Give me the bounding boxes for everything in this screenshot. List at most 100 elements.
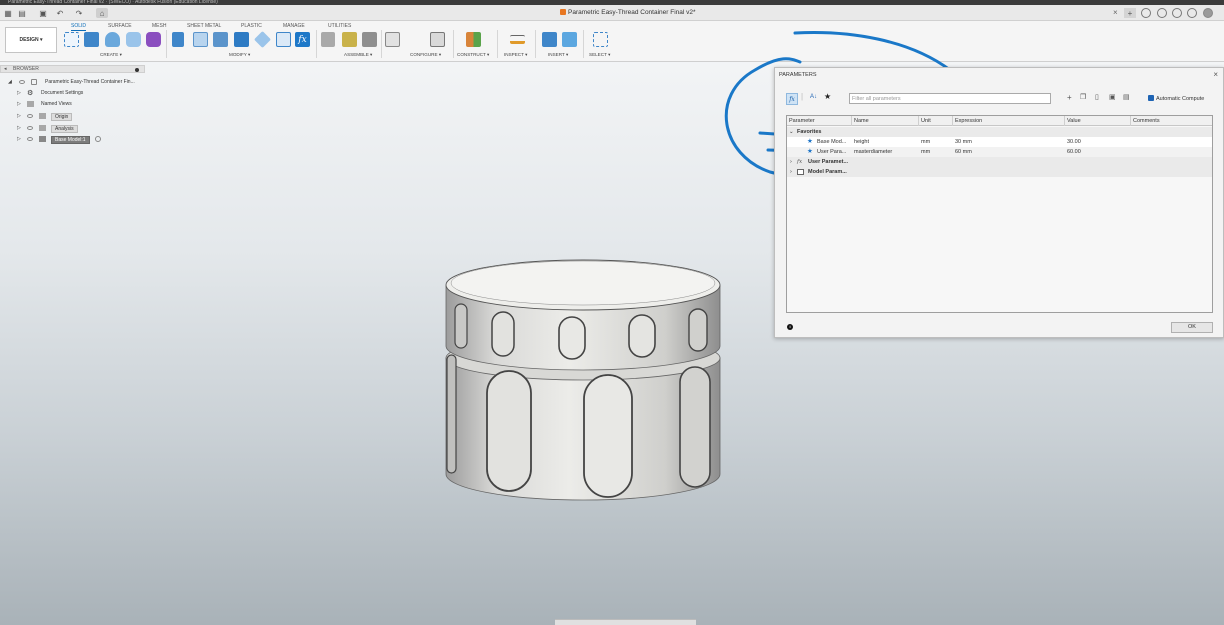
browser-item-analysis[interactable]: ▷ Analysis	[0, 123, 145, 133]
joint-icon[interactable]	[342, 32, 357, 47]
expand-icon[interactable]: ▷	[17, 101, 21, 107]
change-parameters-icon[interactable]: fx	[295, 32, 310, 47]
expand-icon[interactable]: ▷	[17, 125, 21, 131]
browser-header[interactable]: ◂ BROWSER	[0, 65, 145, 73]
fillet-icon[interactable]	[193, 32, 208, 47]
visibility-icon[interactable]	[27, 114, 33, 118]
browser-item-document-settings[interactable]: ▷ ⚙ Document Settings	[0, 88, 145, 98]
ok-button[interactable]: OK	[1171, 322, 1213, 333]
grid-menu-icon[interactable]: ▦	[3, 8, 13, 18]
info-icon[interactable]: i	[787, 324, 793, 330]
redo-icon[interactable]: ↷	[74, 8, 84, 18]
column-header-unit[interactable]: Unit	[919, 116, 953, 126]
workspace-switcher[interactable]: DESIGN ▾	[5, 27, 57, 53]
press-pull-icon[interactable]	[172, 32, 184, 47]
move-icon[interactable]	[254, 31, 271, 48]
column-header-expression[interactable]: Expression	[953, 116, 1065, 126]
form-icon[interactable]	[146, 32, 161, 47]
browser-item-base-model[interactable]: ▷ Base Model:1	[0, 134, 145, 144]
browser-item-root[interactable]: ◢ Parametric Easy-Thread Container Fin..…	[0, 77, 145, 87]
browser-item-named-views[interactable]: ▷ Named Views	[0, 99, 145, 109]
help-icon[interactable]	[1187, 8, 1197, 18]
import-icon[interactable]: ▣	[1109, 93, 1116, 101]
configure-icon[interactable]	[385, 32, 400, 47]
assemble-menu[interactable]: ASSEMBLE ▾	[344, 52, 372, 58]
shell-icon[interactable]	[276, 32, 291, 47]
configure-menu[interactable]: CONFIGURE ▾	[410, 52, 441, 58]
visibility-icon[interactable]	[19, 80, 25, 84]
insert-canvas-icon[interactable]	[562, 32, 577, 47]
new-tab-icon[interactable]: +	[1124, 8, 1136, 18]
document-tab[interactable]: Parametric Easy-Thread Container Final v…	[560, 9, 696, 16]
tab-solid[interactable]: SOLID	[71, 23, 87, 31]
chamfer-icon[interactable]	[213, 32, 228, 47]
home-icon[interactable]: ⌂	[96, 8, 108, 18]
expand-icon[interactable]: ▷	[17, 113, 21, 119]
filter-input[interactable]	[849, 93, 1051, 104]
close-icon[interactable]: ×	[1213, 70, 1218, 79]
expand-icon[interactable]: ▷	[17, 136, 21, 142]
notifications-icon[interactable]	[1172, 8, 1182, 18]
file-menu-icon[interactable]: ▤	[17, 8, 27, 18]
combine-icon[interactable]	[234, 32, 249, 47]
fx-filter-icon[interactable]: fx	[786, 93, 798, 105]
create-sketch-icon[interactable]	[64, 32, 79, 47]
extrude-icon[interactable]	[84, 32, 99, 47]
tab-surface[interactable]: SURFACE	[108, 23, 132, 29]
favorite-star-icon[interactable]: ★	[807, 147, 813, 157]
visibility-icon[interactable]	[27, 137, 33, 141]
insert-menu[interactable]: INSERT ▾	[548, 52, 568, 58]
export-icon[interactable]: ▤	[1123, 93, 1130, 101]
job-status-icon[interactable]	[1157, 8, 1167, 18]
offset-plane-icon[interactable]	[466, 32, 481, 47]
cell-expression[interactable]: 30 mm	[955, 137, 972, 147]
revolve-icon[interactable]	[105, 32, 120, 47]
sort-az-icon[interactable]: A↓	[810, 94, 817, 100]
group-row-model-parameters[interactable]: › Model Param...	[787, 167, 1212, 177]
expand-icon[interactable]: ›	[790, 167, 792, 177]
expand-icon[interactable]: ▷	[17, 90, 21, 96]
column-header-comments[interactable]: Comments	[1131, 116, 1213, 126]
new-component-icon[interactable]	[321, 32, 335, 47]
construct-menu[interactable]: CONSTRUCT ▾	[457, 52, 489, 58]
expand-icon[interactable]: ›	[790, 157, 792, 167]
copy-icon[interactable]: ❐	[1080, 93, 1086, 101]
expand-icon[interactable]: ⌄	[789, 127, 794, 137]
hole-icon[interactable]	[126, 32, 141, 47]
browser-item-origin[interactable]: ▷ Origin	[0, 111, 145, 121]
select-icon[interactable]	[593, 32, 608, 47]
collapse-icon[interactable]: ◂	[4, 66, 7, 73]
table-row[interactable]: ★ Base Mod... height mm 30 mm 30.00	[787, 137, 1212, 147]
extensions-icon[interactable]	[1141, 8, 1151, 18]
measure-icon[interactable]	[510, 35, 525, 44]
tab-utilities[interactable]: UTILITIES	[328, 23, 351, 29]
column-header-parameter[interactable]: Parameter	[787, 116, 852, 126]
container-model[interactable]	[445, 259, 721, 501]
modify-menu[interactable]: MODIFY ▾	[229, 52, 250, 58]
save-icon[interactable]: ▣	[38, 8, 48, 18]
configuration-table-icon[interactable]	[430, 32, 445, 47]
create-menu[interactable]: CREATE ▾	[100, 52, 122, 58]
tab-sheet-metal[interactable]: SHEET METAL	[187, 23, 221, 29]
column-header-value[interactable]: Value	[1065, 116, 1131, 126]
table-row[interactable]: ★ User Para... masterdiameter mm 60 mm 6…	[787, 147, 1212, 157]
avatar[interactable]	[1203, 8, 1213, 18]
cell-expression[interactable]: 60 mm	[955, 147, 972, 157]
pin-icon[interactable]	[135, 68, 139, 72]
tab-plastic[interactable]: PLASTIC	[241, 23, 262, 29]
expand-icon[interactable]: ◢	[8, 79, 12, 85]
group-row-favorites[interactable]: ⌄ Favorites	[787, 127, 1212, 137]
favorite-star-icon[interactable]: ★	[807, 137, 813, 147]
tab-manage[interactable]: MANAGE	[283, 23, 305, 29]
select-menu[interactable]: SELECT ▾	[589, 52, 610, 58]
activate-radio-icon[interactable]	[95, 136, 101, 142]
as-built-joint-icon[interactable]	[362, 32, 377, 47]
insert-derive-icon[interactable]	[542, 32, 557, 47]
tab-mesh[interactable]: MESH	[152, 23, 166, 29]
visibility-icon[interactable]	[27, 126, 33, 130]
favorites-star-icon[interactable]: ★	[824, 92, 831, 101]
inspect-menu[interactable]: INSPECT ▾	[504, 52, 527, 58]
close-tab-icon[interactable]: ×	[1113, 8, 1118, 17]
group-row-user-parameters[interactable]: › fx User Paramet...	[787, 157, 1212, 167]
column-header-name[interactable]: Name	[852, 116, 919, 126]
